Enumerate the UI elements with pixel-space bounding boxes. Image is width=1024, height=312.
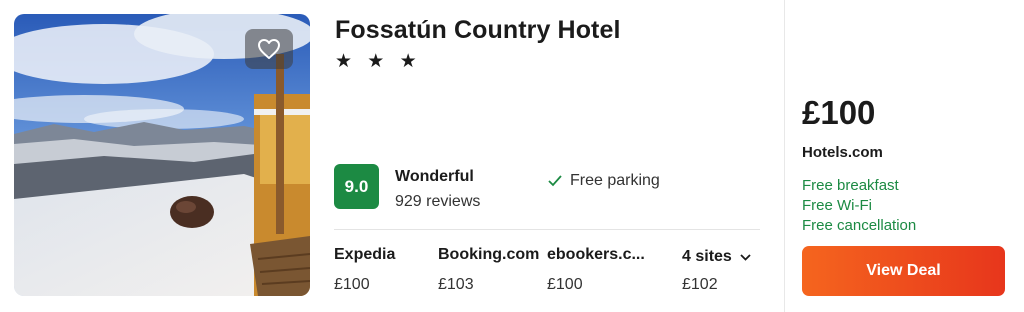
perk-free-cancellation: Free cancellation <box>802 217 917 234</box>
rating-label: Wonderful <box>395 168 474 185</box>
score-badge: 9.0 <box>334 164 379 209</box>
more-sites-price: £102 <box>682 276 718 293</box>
site-price-booking[interactable]: Booking.com £103 <box>438 246 539 294</box>
view-deal-button[interactable]: View Deal <box>802 246 1005 296</box>
amenity-label: Free parking <box>570 172 660 189</box>
deal-provider: Hotels.com <box>802 144 883 161</box>
site-price-expedia[interactable]: Expedia £100 <box>334 246 395 294</box>
divider <box>784 0 785 312</box>
site-name: Expedia <box>334 246 396 263</box>
perk-free-wifi: Free Wi-Fi <box>802 197 872 214</box>
chevron-down-icon <box>740 253 751 261</box>
site-name: Booking.com <box>438 246 540 263</box>
more-sites-dropdown[interactable]: 4 sites £102 <box>682 248 751 294</box>
star-rating: ★ ★ ★ <box>335 51 422 72</box>
more-sites-label: 4 sites <box>682 248 732 265</box>
favorite-button[interactable] <box>245 29 293 69</box>
site-name: ebookers.c... <box>547 246 645 263</box>
site-price: £100 <box>334 276 370 293</box>
deal-perks: Free breakfast Free Wi-Fi Free cancellat… <box>802 176 916 236</box>
amenity-free-parking: Free parking <box>548 172 660 190</box>
site-price: £103 <box>438 276 474 293</box>
review-count[interactable]: 929 reviews <box>395 193 480 211</box>
site-price: £100 <box>547 276 583 293</box>
heart-icon <box>258 39 280 59</box>
deal-price: £100 <box>802 94 876 131</box>
hotel-name[interactable]: Fossatún Country Hotel <box>335 16 621 45</box>
divider <box>334 229 760 230</box>
check-icon <box>548 175 562 187</box>
hotel-result-card: Fossatún Country Hotel ★ ★ ★ 9.0 Wonderf… <box>0 0 1024 312</box>
perk-free-breakfast: Free breakfast <box>802 177 899 194</box>
site-price-ebookers[interactable]: ebookers.c... £100 <box>547 246 645 294</box>
